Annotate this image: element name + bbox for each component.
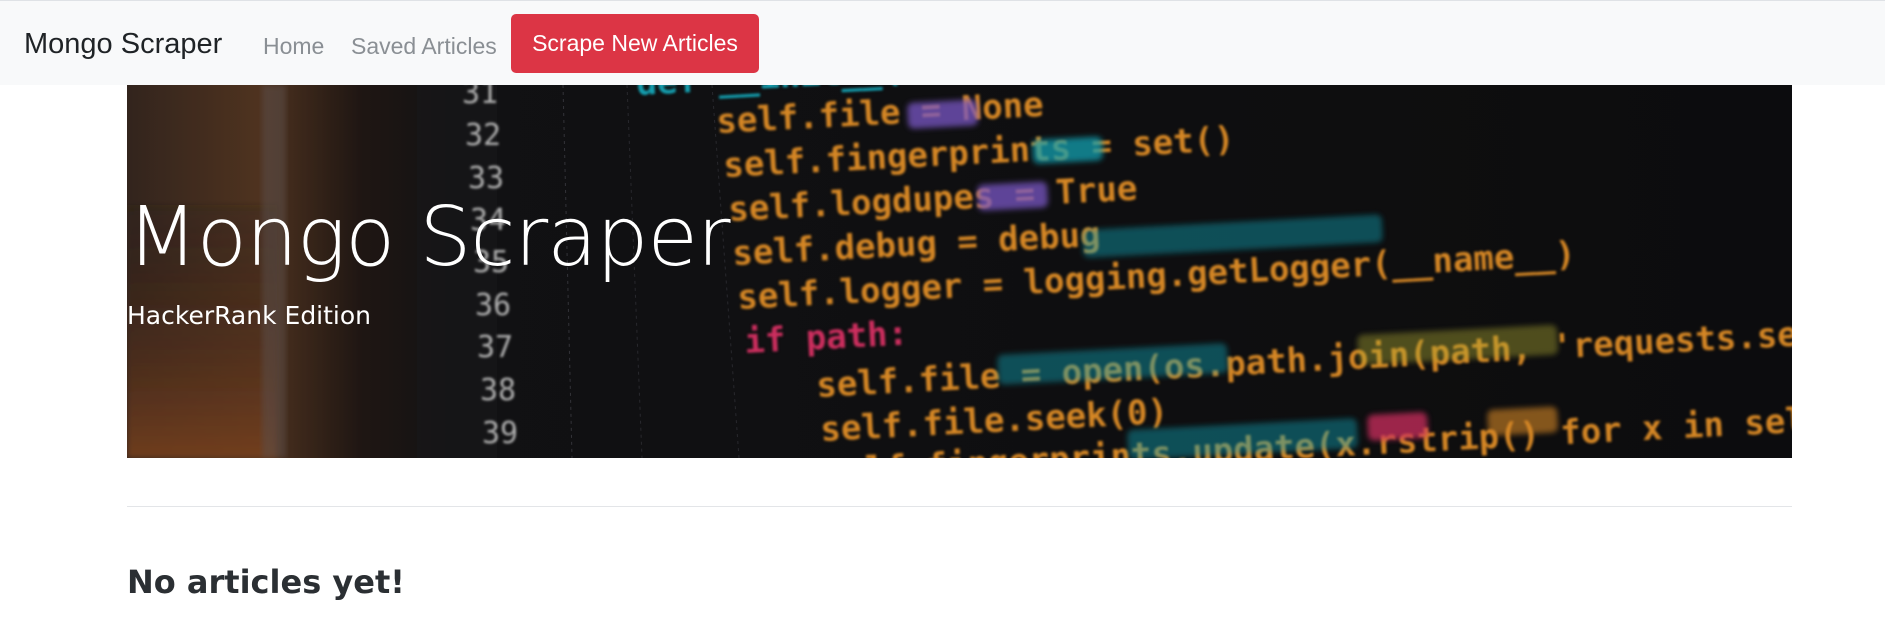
divider xyxy=(127,506,1792,507)
navbar-brand[interactable]: Mongo Scraper xyxy=(24,27,222,61)
scrape-new-articles-button[interactable]: Scrape New Articles xyxy=(511,14,759,73)
hero-title: Mongo Scraper xyxy=(127,190,731,285)
navbar: Mongo Scraper Home Saved Articles Scrape… xyxy=(0,0,1885,85)
empty-articles-message: No articles yet! xyxy=(127,562,405,601)
nav-link-home[interactable]: Home xyxy=(263,32,324,60)
nav-link-saved-articles[interactable]: Saved Articles xyxy=(351,32,497,60)
hero-subtitle: HackerRank Edition xyxy=(127,301,372,330)
